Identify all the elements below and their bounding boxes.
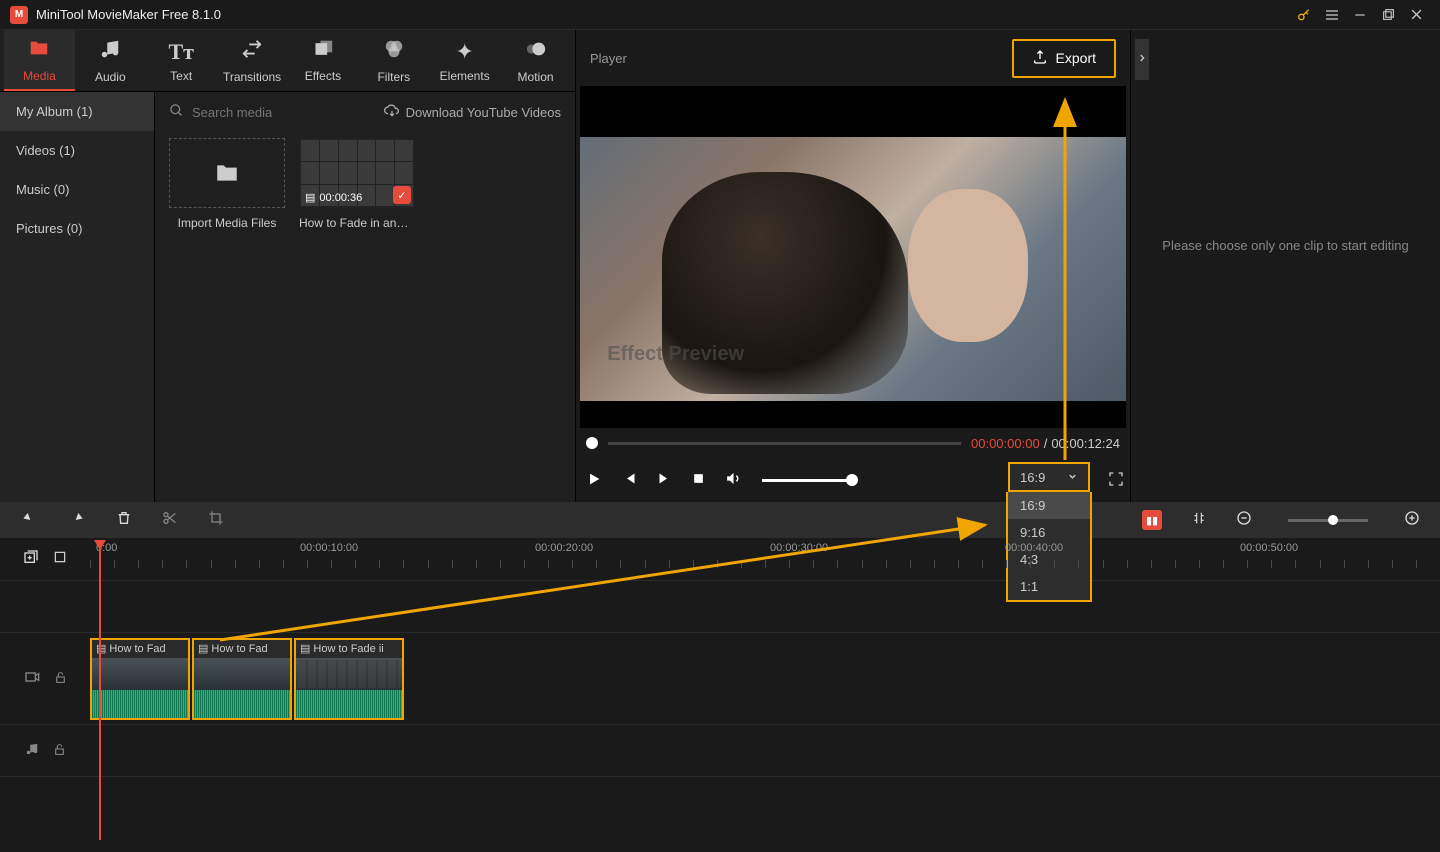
add-track-button[interactable] (23, 549, 39, 570)
empty-track[interactable] (0, 776, 1440, 828)
timeline-clip-2[interactable]: ▤How to Fad (192, 638, 292, 720)
preview-area[interactable]: Effect Preview (580, 86, 1126, 428)
scrubber-track[interactable] (608, 442, 961, 445)
sidebar-item-videos[interactable]: Videos (1) (0, 131, 154, 170)
video-icon: ▤ (305, 191, 315, 204)
text-icon: Tᴛ (168, 39, 193, 65)
lock-icon[interactable] (53, 743, 66, 759)
crop-button[interactable] (208, 510, 224, 531)
sidebar-item-pictures[interactable]: Pictures (0) (0, 209, 154, 248)
scrubber-handle[interactable] (586, 437, 598, 449)
zoom-in-button[interactable] (1404, 510, 1420, 531)
timeline-clip-3[interactable]: ▤How to Fade ii (294, 638, 404, 720)
split-button[interactable] (162, 510, 178, 531)
sparkle-icon: ✦ (455, 39, 473, 65)
sidebar-item-music[interactable]: Music (0) (0, 170, 154, 209)
media-card-clip1[interactable]: ▤00:00:36 ✓ How to Fade in and… (299, 138, 415, 230)
video-track[interactable]: ▤How to Fad ▤How to Fad ▤How to Fade ii (0, 632, 1440, 724)
search-icon (169, 103, 184, 121)
app-title: MiniTool MovieMaker Free 8.1.0 (36, 7, 221, 22)
next-frame-button[interactable] (657, 471, 672, 489)
tab-media[interactable]: Media (4, 30, 75, 91)
check-icon: ✓ (393, 186, 411, 204)
tab-elements[interactable]: ✦ Elements (429, 30, 500, 91)
zoom-out-button[interactable] (1236, 510, 1252, 531)
maximize-button[interactable] (1374, 1, 1402, 29)
text-track[interactable] (0, 580, 1440, 632)
timeline-clip-1[interactable]: ▤How to Fad (90, 638, 190, 720)
folder-icon (169, 138, 285, 208)
download-youtube-link[interactable]: Download YouTube Videos (384, 103, 561, 122)
export-button[interactable]: Export (1012, 39, 1116, 78)
cloud-download-icon (384, 103, 400, 122)
tab-filters[interactable]: Filters (358, 30, 429, 91)
volume-button[interactable] (725, 470, 742, 490)
video-icon: ▤ (96, 642, 106, 655)
delete-button[interactable] (116, 510, 132, 531)
close-button[interactable] (1402, 1, 1430, 29)
player-label: Player (590, 51, 627, 66)
video-track-icon (24, 669, 40, 688)
snap-button[interactable] (1192, 510, 1206, 531)
tab-text[interactable]: Tᴛ Text (146, 30, 217, 91)
tab-motion[interactable]: Motion (500, 30, 571, 91)
filters-icon (383, 38, 405, 66)
video-icon: ▤ (300, 642, 310, 655)
minimize-button[interactable] (1346, 1, 1374, 29)
time-current: 00:00:00:00 (971, 436, 1040, 451)
stop-button[interactable] (692, 472, 705, 488)
redo-button[interactable] (68, 509, 86, 532)
tab-transitions[interactable]: Transitions (217, 30, 288, 91)
aspect-option-16-9[interactable]: 16:9 (1008, 492, 1090, 519)
folder-icon (27, 37, 51, 65)
transitions-icon (241, 38, 263, 66)
fullscreen-button[interactable] (1108, 471, 1124, 490)
prev-frame-button[interactable] (622, 471, 637, 489)
music-track-icon (25, 742, 39, 759)
volume-slider[interactable] (762, 479, 852, 482)
tab-effects[interactable]: Effects (288, 30, 359, 91)
import-media-card[interactable]: Import Media Files (169, 138, 285, 230)
zoom-slider[interactable] (1288, 519, 1368, 522)
playhead[interactable] (99, 540, 101, 840)
music-icon (99, 38, 121, 66)
lock-icon[interactable] (54, 671, 67, 687)
export-icon (1032, 49, 1048, 68)
chevron-down-icon (1067, 470, 1078, 485)
app-icon: M (10, 6, 28, 24)
audio-track[interactable] (0, 724, 1440, 776)
search-input[interactable] (192, 105, 376, 120)
motion-icon (525, 38, 547, 66)
auto-fit-button[interactable]: ▮▮ (1142, 510, 1162, 530)
undo-button[interactable] (20, 509, 38, 532)
play-button[interactable] (586, 471, 602, 490)
effects-icon (313, 39, 333, 65)
sidebar-item-album[interactable]: My Album (1) (0, 92, 154, 131)
track-manager-button[interactable] (53, 550, 67, 569)
menu-icon[interactable] (1318, 1, 1346, 29)
key-icon[interactable] (1290, 1, 1318, 29)
time-total: 00:00:12:24 (1051, 436, 1120, 451)
tab-audio[interactable]: Audio (75, 30, 146, 91)
effect-preview-watermark: Effect Preview (607, 343, 744, 366)
edit-placeholder: Please choose only one clip to start edi… (1131, 38, 1440, 452)
timeline-ruler[interactable]: 0:00 00:00:10:00 00:00:20:00 00:00:30:00… (90, 538, 1440, 580)
aspect-ratio-button[interactable]: 16:9 (1008, 462, 1090, 492)
video-icon: ▤ (198, 642, 208, 655)
